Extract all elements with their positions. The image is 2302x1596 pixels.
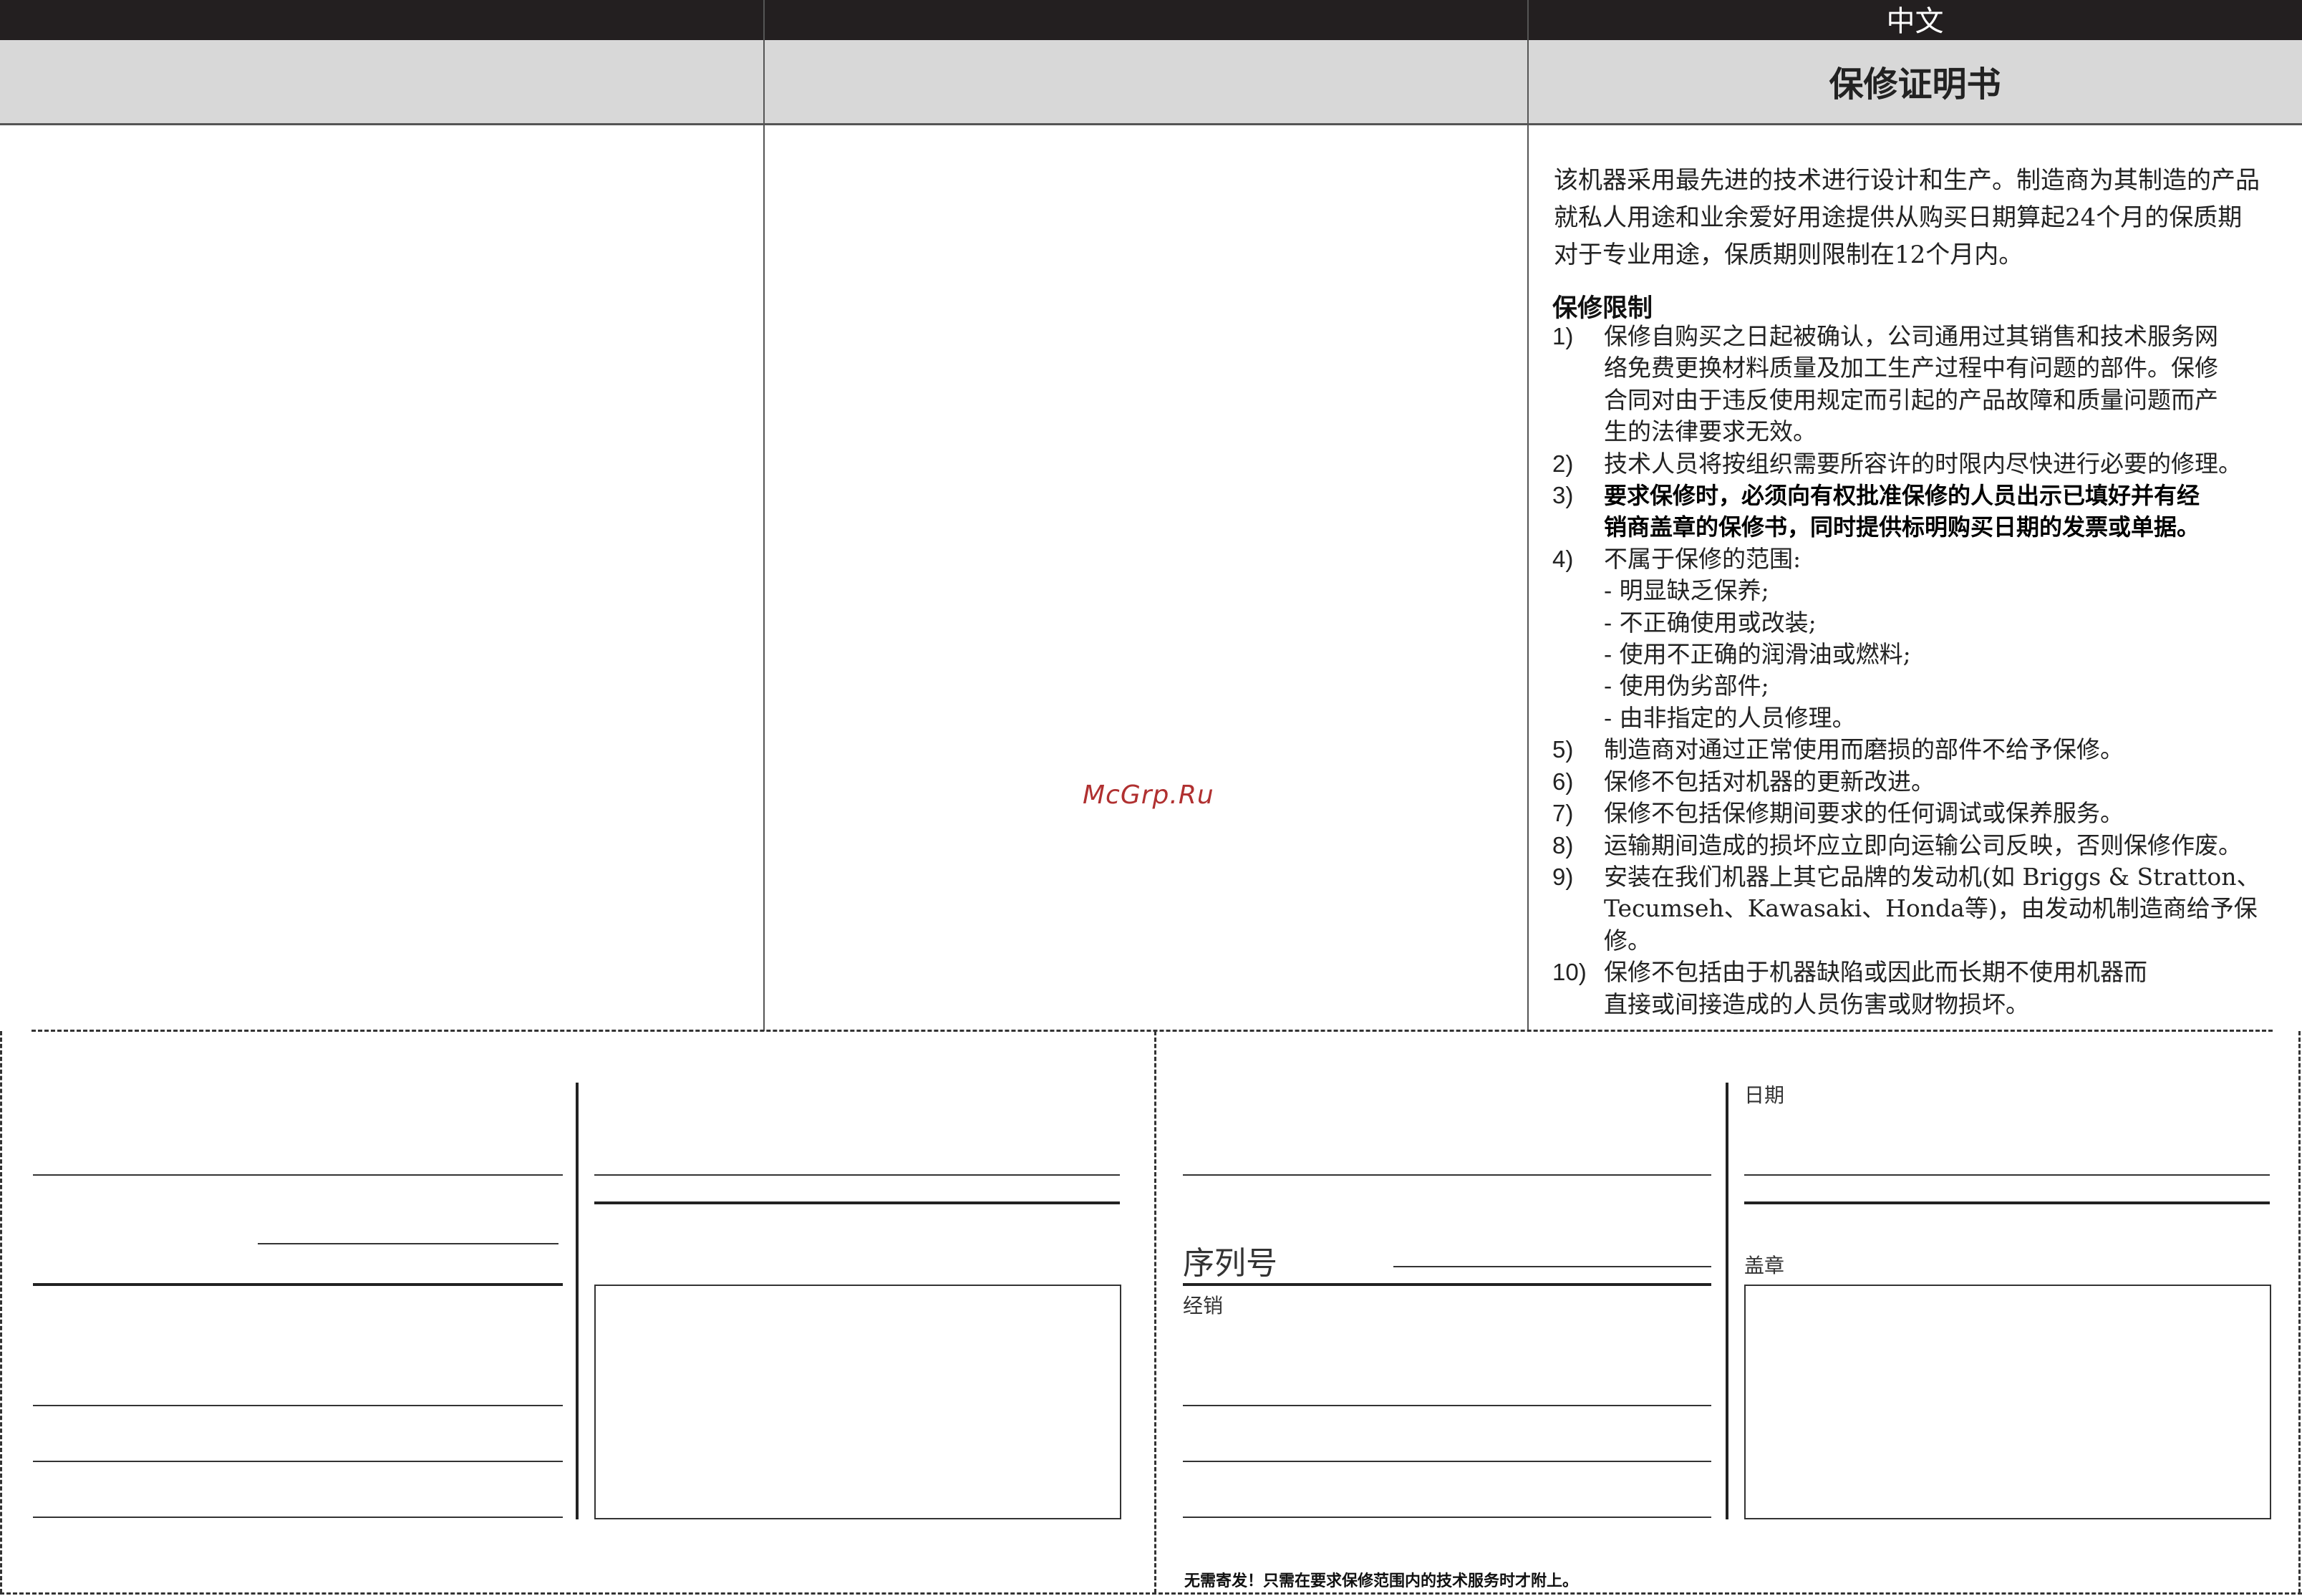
form-line [33, 1461, 563, 1462]
language-label: 中文 [1886, 5, 1944, 38]
item-number: 10) [1552, 959, 1587, 986]
intro-line: 就私人用途和业余爱好用途提供从购买日期算起24个月的保质期 [1554, 203, 2243, 232]
coupon-divider-right [1726, 1083, 1728, 1519]
list-item: 9) 安装在我们机器上其它品牌的发动机(如 Briggs & Stratton、… [1552, 861, 2301, 957]
item-number: 3) [1552, 482, 1574, 509]
item-number: 5) [1552, 736, 1574, 763]
item-number: 8) [1552, 831, 1574, 859]
footnote: 无需寄发！只需在要求保修范围内的技术服务时才附上。 [1184, 1572, 1579, 1590]
page-title: 保修证明书 [1829, 64, 2001, 105]
list-item: 5) 制造商对通过正常使用而磨损的部件不给予保修。 [1552, 734, 2301, 765]
exclusion-item: - 使用伪劣部件; [1604, 672, 1769, 700]
cut-line-left [0, 1031, 2, 1593]
item-line: 制造商对通过正常使用而磨损的部件不给予保修。 [1604, 735, 2124, 764]
form-line [1183, 1517, 1711, 1518]
form-line [33, 1174, 563, 1176]
list-item: 3) 要求保修时，必须向有权批准保修的人员出示已填好并有经 销商盖章的保修书，同… [1552, 480, 2301, 543]
item-line: 络免费更换材料质量及加工生产过程中有问题的部件。保修 [1604, 354, 2218, 382]
item-line: 生的法律要求无效。 [1604, 417, 1817, 446]
form-line [33, 1405, 563, 1406]
exclusion-item: - 由非指定的人员修理。 [1604, 703, 1856, 732]
stamp-label: 盖章 [1744, 1254, 1785, 1277]
list-item: 6) 保修不包括对机器的更新改进。 [1552, 766, 2301, 798]
form-line [258, 1243, 558, 1244]
exclusion-item: - 不正确使用或改装; [1604, 608, 1817, 637]
serial-number-field [1393, 1266, 1711, 1267]
list-item: 8) 运输期间造成的损坏应立即向运输公司反映，否则保修作废。 [1552, 830, 2301, 861]
stamp-box [1744, 1285, 2271, 1519]
item-line: 运输期间造成的损坏应立即向运输公司反映，否则保修作废。 [1604, 831, 2242, 859]
item-number: 4) [1552, 545, 1574, 572]
item-line: 保修不包括由于机器缺陷或因此而长期不使用机器而 [1604, 958, 2147, 987]
limits-list: 1) 保修自购买之日起被确认，公司通用过其销售和技术服务网 络免费更换材料质量及… [1552, 321, 2301, 1020]
item-line: 合同对由于违反使用规定而引起的产品故障和质量问题而产 [1604, 385, 2218, 414]
item-line: 保修不包括保修期间要求的任何调试或保养服务。 [1604, 799, 2124, 828]
form-line [594, 1174, 1120, 1176]
form-line [1183, 1405, 1711, 1406]
form-line [1183, 1461, 1711, 1462]
exclusion-item: - 使用不正确的润滑油或燃料; [1604, 640, 1911, 669]
section-heading: 保修限制 [1552, 294, 1653, 323]
item-number: 2) [1552, 450, 1574, 477]
intro-line: 该机器采用最先进的技术进行设计和生产。制造商为其制造的产品 [1554, 166, 2260, 195]
item-number: 7) [1552, 800, 1574, 827]
cut-line-middle [1154, 1031, 1156, 1593]
cut-line-top [32, 1030, 2273, 1032]
cut-line-right [2298, 1031, 2301, 1593]
form-line [594, 1201, 1120, 1204]
form-line [1183, 1174, 1711, 1176]
intro-paragraph: 该机器采用最先进的技术进行设计和生产。制造商为其制造的产品 就私人用途和业余爱好… [1554, 162, 2295, 274]
dealer-label: 经销 [1183, 1294, 1224, 1317]
item-line: Tecumseh、Kawasaki、Honda等)，由发动机制造商给予保修。 [1604, 894, 2258, 954]
list-item: 2) 技术人员将按组织需要所容许的时限内尽快进行必要的修理。 [1552, 448, 2301, 480]
form-line [33, 1517, 563, 1518]
list-item: 7) 保修不包括保修期间要求的任何调试或保养服务。 [1552, 798, 2301, 829]
item-number: 9) [1552, 863, 1574, 890]
item-line: 技术人员将按组织需要所容许的时限内尽快进行必要的修理。 [1604, 449, 2242, 478]
date-label: 日期 [1744, 1083, 1785, 1107]
stamp-box [594, 1285, 1121, 1519]
form-line [1744, 1201, 2270, 1204]
list-item: 10) 保修不包括由于机器缺陷或因此而长期不使用机器而 直接或间接造成的人员伤害… [1552, 957, 2301, 1020]
form-line [1183, 1283, 1711, 1286]
item-line: 保修不包括对机器的更新改进。 [1604, 767, 1935, 795]
column-divider-1 [763, 0, 765, 1031]
exclusion-item: - 明显缺乏保养; [1604, 576, 1769, 605]
coupon-divider-left [576, 1083, 579, 1519]
item-number: 1) [1552, 323, 1574, 349]
watermark-text: McGrp.Ru [1083, 780, 1214, 810]
item-line: 安装在我们机器上其它品牌的发动机(如 Briggs & Stratton、 [1604, 862, 2260, 891]
list-item: 4) 不属于保修的范围: [1552, 543, 2301, 575]
item-line: 要求保修时，必须向有权批准保修的人员出示已填好并有经 [1604, 482, 2200, 510]
intro-line: 对于专业用途，保质期则限制在12个月内。 [1554, 241, 2023, 269]
form-line [1744, 1174, 2270, 1176]
item-number: 6) [1552, 768, 1574, 795]
item-line: 销商盖章的保修书，同时提供标明购买日期的发票或单据。 [1604, 513, 2200, 541]
serial-number-label: 序列号 [1183, 1245, 1277, 1282]
form-line [33, 1283, 563, 1286]
column-divider-2 [1527, 0, 1529, 1031]
item-line: 不属于保修的范围: [1604, 544, 1802, 573]
item-line: 保修自购买之日起被确认，公司通用过其销售和技术服务网 [1604, 322, 2218, 350]
list-item: 1) 保修自购买之日起被确认，公司通用过其销售和技术服务网 络免费更换材料质量及… [1552, 321, 2301, 448]
item-line: 直接或间接造成的人员伤害或财物损坏。 [1604, 990, 2029, 1018]
cut-line-bottom [0, 1592, 2302, 1595]
